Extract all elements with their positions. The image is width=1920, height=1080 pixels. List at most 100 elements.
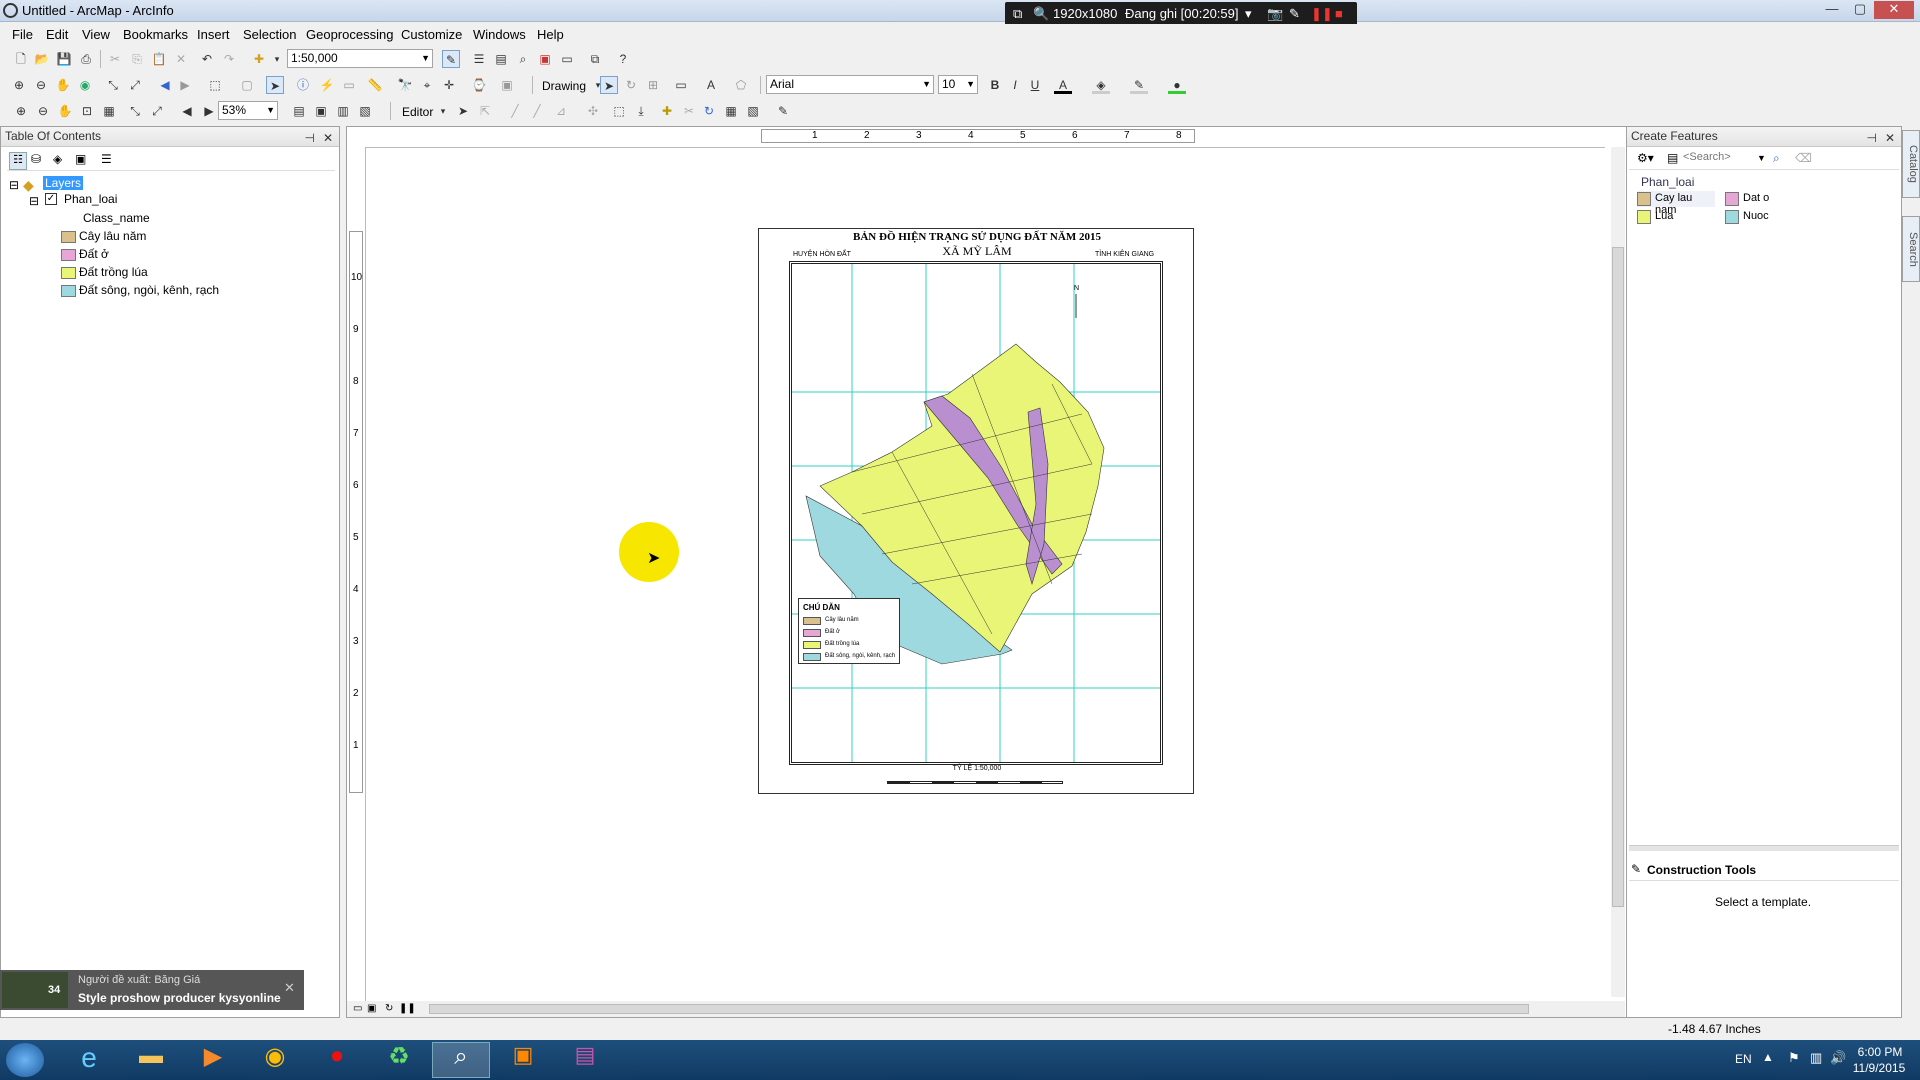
edit-vertices-icon[interactable]: ⬠ bbox=[732, 76, 750, 94]
find-icon[interactable]: 🔭 bbox=[396, 76, 414, 94]
map-scale-combo[interactable]: 1:50,000 ▼ bbox=[287, 49, 433, 68]
bold-button[interactable]: B bbox=[986, 76, 1004, 94]
camera-icon[interactable]: 📷 bbox=[1267, 6, 1283, 22]
cut-icon[interactable]: ✂ bbox=[106, 50, 124, 68]
start-button[interactable] bbox=[6, 1043, 44, 1077]
class-swatch[interactable] bbox=[61, 285, 76, 297]
template-item[interactable]: Dat o bbox=[1725, 191, 1795, 207]
menu-view[interactable]: View bbox=[82, 27, 110, 42]
magnifier-icon[interactable]: 🔍 bbox=[1033, 6, 1049, 22]
fill-color-icon[interactable]: ◈ bbox=[1092, 76, 1110, 94]
edit-tool-icon[interactable]: ➤ bbox=[454, 102, 472, 120]
expand-layer-icon[interactable]: ⊟ bbox=[29, 194, 39, 208]
layout-back-icon[interactable]: ◀ bbox=[178, 102, 196, 120]
template-filter-icon[interactable]: ▤ bbox=[1667, 151, 1678, 165]
find-route-icon[interactable]: ⌖ bbox=[418, 76, 436, 94]
vertical-scrollbar[interactable] bbox=[1611, 147, 1625, 997]
back-extent-icon[interactable]: ◀ bbox=[156, 76, 174, 94]
copy-icon[interactable]: ⎘ bbox=[128, 50, 146, 68]
clock-date[interactable]: 11/9/2015 bbox=[1846, 1061, 1912, 1075]
layout-pan-icon[interactable]: ✋ bbox=[56, 102, 74, 120]
data-driven-pages-icon[interactable]: ▧ bbox=[356, 102, 374, 120]
select-elements-arrow-icon[interactable]: ➤ bbox=[600, 76, 618, 94]
editor-toolbar-icon[interactable]: ✎ bbox=[442, 50, 460, 68]
close-icon[interactable]: ✕ bbox=[323, 129, 333, 148]
fixed-zoom-in-layout-icon[interactable]: ⤡ bbox=[126, 102, 144, 120]
menu-bookmarks[interactable]: Bookmarks bbox=[123, 27, 188, 42]
change-layout-icon[interactable]: ▥ bbox=[334, 102, 352, 120]
new-document-icon[interactable]: 🗋 bbox=[12, 50, 30, 68]
layout-zoom-in-icon[interactable]: ⊕ bbox=[12, 102, 30, 120]
marker-color-icon[interactable]: ● bbox=[1168, 76, 1186, 94]
rotate-editor-icon[interactable]: ↻ bbox=[700, 102, 718, 120]
endpoint-arc-icon[interactable]: ╱ bbox=[528, 102, 546, 120]
fixed-zoom-in-icon[interactable]: ⤡ bbox=[104, 76, 122, 94]
class-swatch[interactable] bbox=[61, 231, 76, 243]
layer-visibility-checkbox[interactable]: ✓ bbox=[45, 193, 57, 205]
volume-icon[interactable]: 🔊 bbox=[1830, 1050, 1846, 1066]
rotate-icon[interactable]: ↻ bbox=[622, 76, 640, 94]
horizontal-scrollbar[interactable]: ▭ ▣ ↻ ❚❚ bbox=[347, 1001, 1625, 1017]
chevron-down-icon[interactable]: ▼ bbox=[1757, 153, 1766, 163]
list-by-source-icon[interactable]: ⛁ bbox=[31, 152, 41, 166]
modelbuilder-icon[interactable]: ⧉ bbox=[586, 50, 604, 68]
straight-segment-icon[interactable]: ╱ bbox=[506, 102, 524, 120]
media-player-icon[interactable]: ▶ bbox=[184, 1042, 242, 1078]
menu-insert[interactable]: Insert bbox=[197, 27, 230, 42]
map-frame[interactable]: N CHÚ DẪN Cây lâu năm Đất ở Đất trồng lú… bbox=[789, 261, 1163, 765]
search-window-icon[interactable]: ⌕ bbox=[514, 50, 532, 68]
layout-zoom-out-icon[interactable]: ⊖ bbox=[34, 102, 52, 120]
menu-edit[interactable]: Edit bbox=[46, 27, 68, 42]
split-icon[interactable]: ✂ bbox=[680, 102, 698, 120]
whats-this-icon[interactable]: ? bbox=[614, 50, 632, 68]
viewer-window-icon[interactable]: ▣ bbox=[498, 76, 516, 94]
language-indicator[interactable]: EN bbox=[1735, 1052, 1752, 1066]
arcmap-taskbar-icon[interactable]: ⌕ bbox=[432, 1042, 490, 1078]
action-center-icon[interactable]: ⚑ bbox=[1788, 1050, 1800, 1066]
toast-close-icon[interactable]: ✕ bbox=[284, 980, 295, 996]
recorder-window-icon[interactable]: ⧉ bbox=[1013, 6, 1022, 22]
zoom-in-icon[interactable]: ⊕ bbox=[10, 76, 28, 94]
list-by-selection-icon[interactable]: ▣ bbox=[75, 152, 86, 166]
menu-customize[interactable]: Customize bbox=[401, 27, 462, 42]
html-popup-icon[interactable]: ▭ bbox=[340, 76, 358, 94]
fixed-zoom-out-icon[interactable]: ⤢ bbox=[126, 76, 144, 94]
print-icon[interactable]: ⎙ bbox=[77, 50, 95, 68]
pdf-app-icon[interactable]: ▣ bbox=[494, 1042, 552, 1078]
forward-extent-icon[interactable]: ▶ bbox=[176, 76, 194, 94]
create-features-icon[interactable]: ✎ bbox=[774, 102, 792, 120]
pause-drawing-icon[interactable]: ❚❚ bbox=[399, 1003, 416, 1014]
layout-forward-icon[interactable]: ▶ bbox=[200, 102, 218, 120]
search-side-tab[interactable]: Search bbox=[1902, 216, 1920, 282]
panel-splitter[interactable] bbox=[1629, 845, 1899, 851]
tray-expand-icon[interactable]: ▲ bbox=[1762, 1050, 1774, 1064]
toc-layer-phan-loai[interactable]: Phan_loai bbox=[64, 192, 117, 206]
toc-layers-root[interactable]: Layers bbox=[43, 176, 84, 190]
template-item[interactable]: Cay lau nam bbox=[1637, 191, 1715, 216]
zoom-to-selected-icon[interactable]: ⊞ bbox=[644, 76, 662, 94]
pause-icon[interactable]: ❚❚ bbox=[1311, 6, 1333, 22]
class-swatch[interactable] bbox=[61, 249, 76, 261]
editor-menu[interactable]: Editor bbox=[402, 105, 433, 119]
green-app-icon[interactable]: ♻ bbox=[370, 1042, 428, 1078]
select-features-icon[interactable]: ⬚ bbox=[206, 76, 224, 94]
options-icon[interactable]: ☰ bbox=[101, 152, 112, 166]
italic-button[interactable]: I bbox=[1006, 76, 1024, 94]
identify-icon[interactable]: ⓘ bbox=[294, 76, 312, 94]
pin-icon[interactable]: ⊣ bbox=[305, 129, 315, 148]
open-folder-icon[interactable]: 📂 bbox=[33, 50, 51, 68]
delete-icon[interactable]: ✕ bbox=[172, 50, 190, 68]
file-explorer-icon[interactable]: ▬ bbox=[122, 1042, 180, 1078]
list-by-drawing-order-icon[interactable]: ☷ bbox=[9, 152, 27, 170]
internet-explorer-icon[interactable]: e bbox=[60, 1042, 118, 1078]
point-icon[interactable]: ✣ bbox=[584, 102, 602, 120]
recorder-app-icon[interactable]: ● bbox=[308, 1042, 366, 1078]
zoom-out-icon[interactable]: ⊖ bbox=[32, 76, 50, 94]
catalog-icon[interactable]: ▤ bbox=[492, 50, 510, 68]
menu-file[interactable]: File bbox=[12, 27, 33, 42]
network-icon[interactable]: ▥ bbox=[1810, 1050, 1822, 1066]
map-page[interactable]: BẢN ĐỒ HIỆN TRẠNG SỬ DỤNG ĐẤT NĂM 2015 X… bbox=[758, 228, 1194, 794]
zoom-100-icon[interactable]: ▦ bbox=[100, 102, 118, 120]
attributes-icon[interactable]: ▦ bbox=[722, 102, 740, 120]
editor-dropdown-icon[interactable]: ▾ bbox=[434, 102, 452, 120]
